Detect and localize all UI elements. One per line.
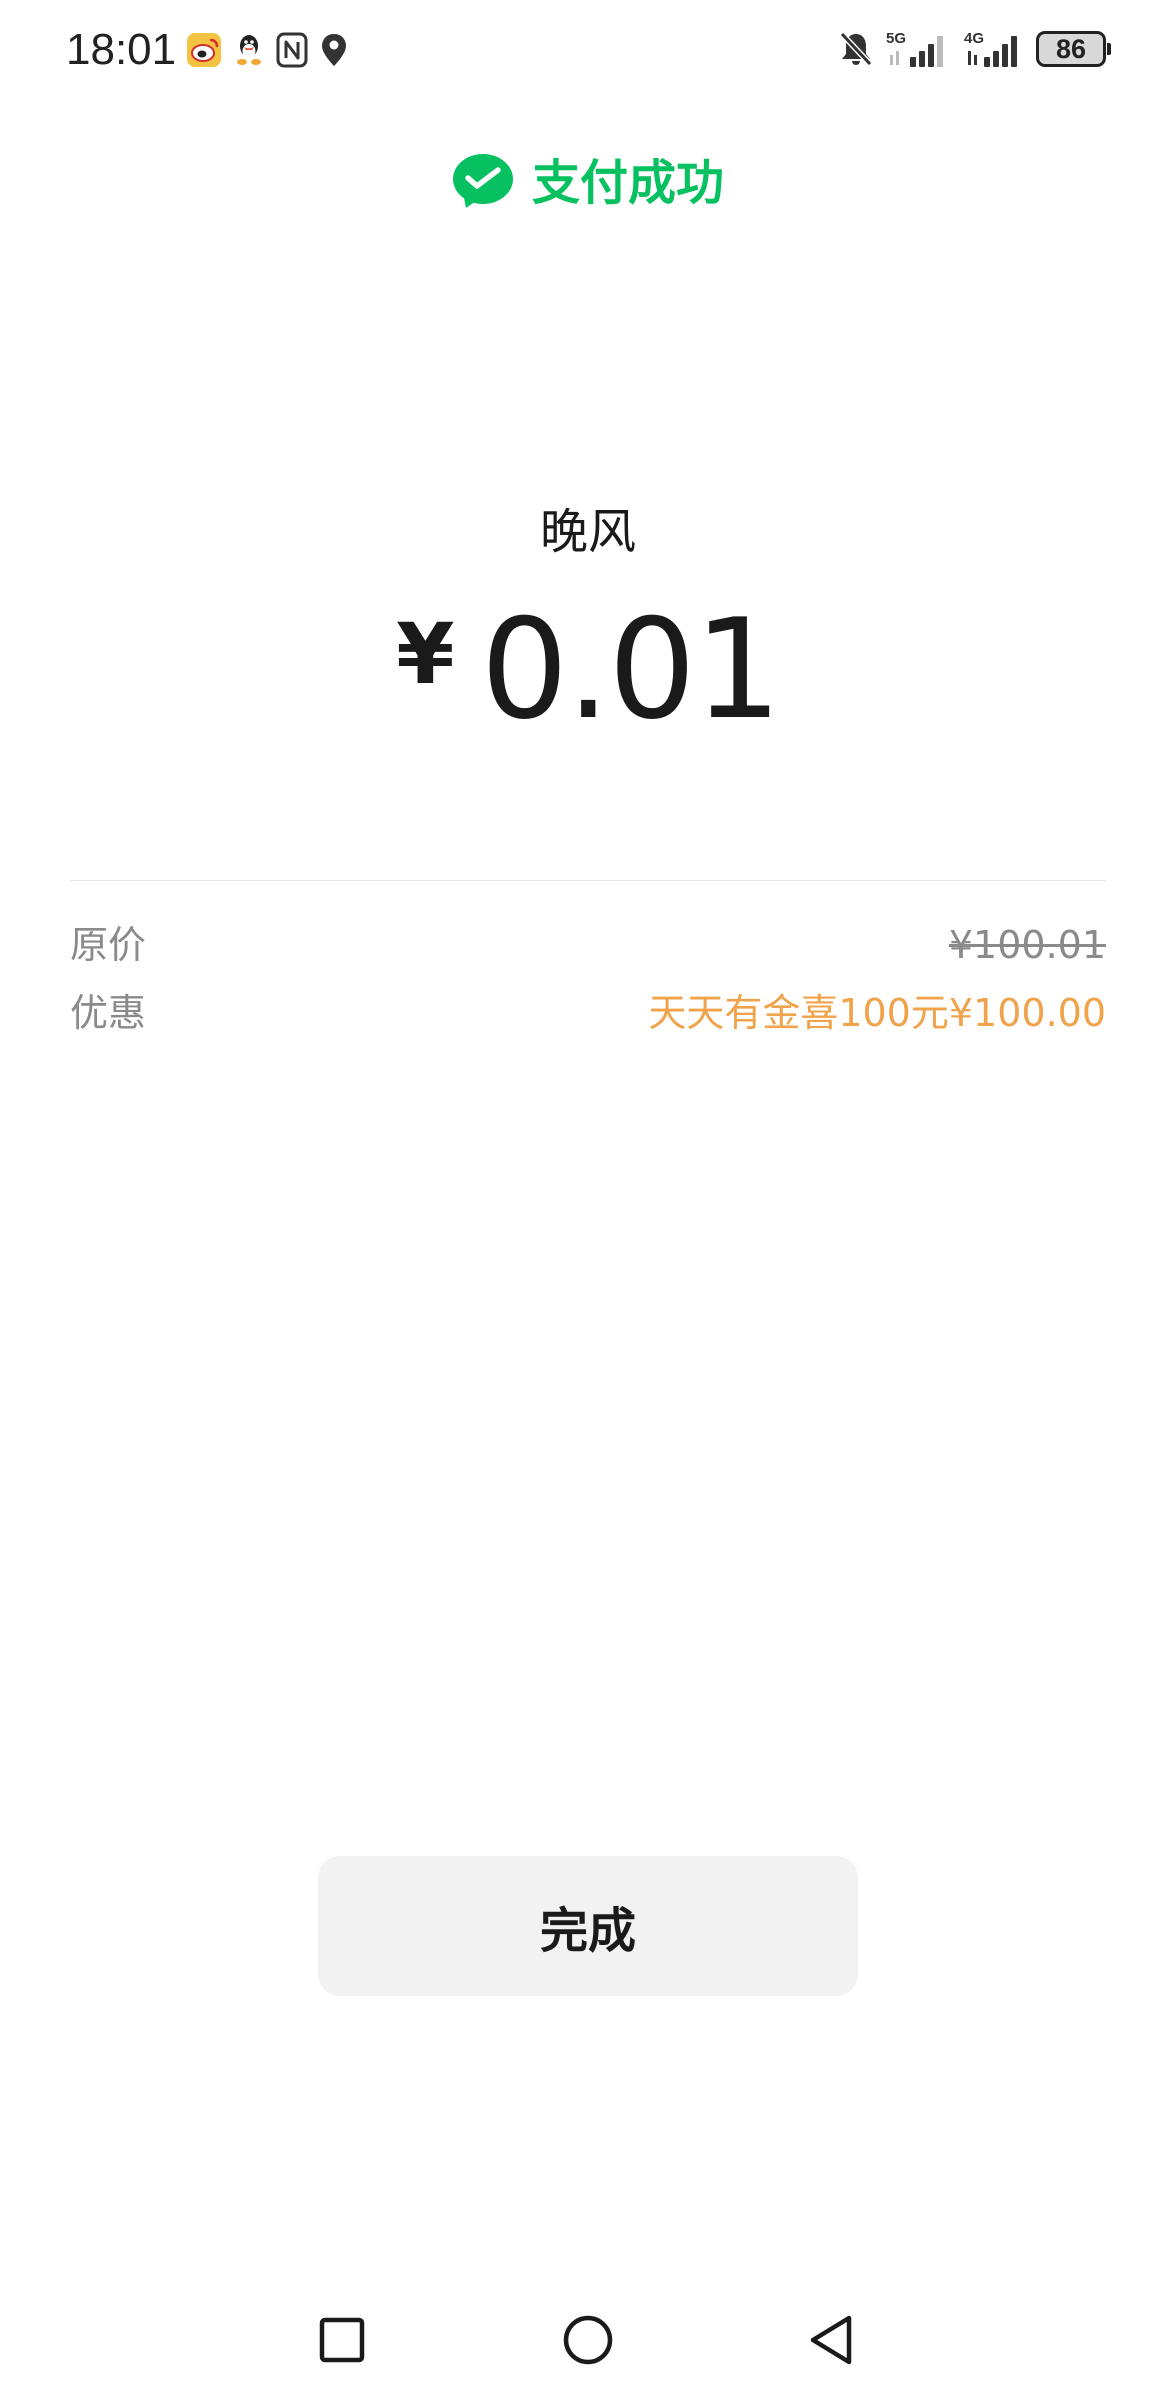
payment-amount: ¥ 0.01 <box>0 590 1176 750</box>
weibo-icon <box>186 32 222 68</box>
original-price-row: 原价 ¥100.01 <box>70 918 1106 972</box>
status-bar: 18:01 5G 4G 86 <box>0 0 1176 100</box>
amount-value: 0.01 <box>480 589 782 750</box>
original-price-value: ¥100.01 <box>948 923 1106 967</box>
done-button[interactable]: 完成 <box>318 1856 858 1996</box>
status-system-icons: 5G 4G 86 <box>838 26 1111 72</box>
merchant-name: 晚风 <box>539 504 636 560</box>
original-price-label: 原价 <box>70 923 147 967</box>
nfc-icon <box>276 32 308 68</box>
signal-5g-label: 5G <box>886 30 906 47</box>
payment-success-header: 支付成功 <box>0 148 1176 218</box>
battery-icon: 86 <box>1036 31 1111 67</box>
recents-button[interactable] <box>312 2310 372 2370</box>
home-button[interactable] <box>558 2310 618 2370</box>
status-time: 18:01 <box>66 25 177 74</box>
recents-icon <box>319 2317 365 2363</box>
currency-symbol: ¥ <box>396 605 455 703</box>
signal-5g-icon: 5G <box>886 29 952 69</box>
wechat-pay-check-icon <box>452 152 514 214</box>
back-button[interactable] <box>802 2310 862 2370</box>
home-icon <box>563 2315 613 2365</box>
divider <box>70 880 1106 881</box>
page-title: 支付成功 <box>531 155 724 211</box>
discount-row: 优惠 天天有金喜100元¥100.00 <box>70 986 1106 1040</box>
battery-level: 86 <box>1055 34 1087 64</box>
back-icon <box>810 2315 852 2365</box>
navigation-bar <box>0 2290 1176 2390</box>
signal-4g-icon: 4G <box>964 29 1024 69</box>
discount-label: 优惠 <box>70 991 147 1035</box>
discount-value: 天天有金喜100元¥100.00 <box>648 991 1106 1035</box>
signal-4g-label: 4G <box>964 30 984 47</box>
status-notification-icons <box>186 30 348 70</box>
location-icon <box>320 32 348 68</box>
qq-icon <box>234 32 264 68</box>
bell-muted-icon <box>838 30 874 68</box>
